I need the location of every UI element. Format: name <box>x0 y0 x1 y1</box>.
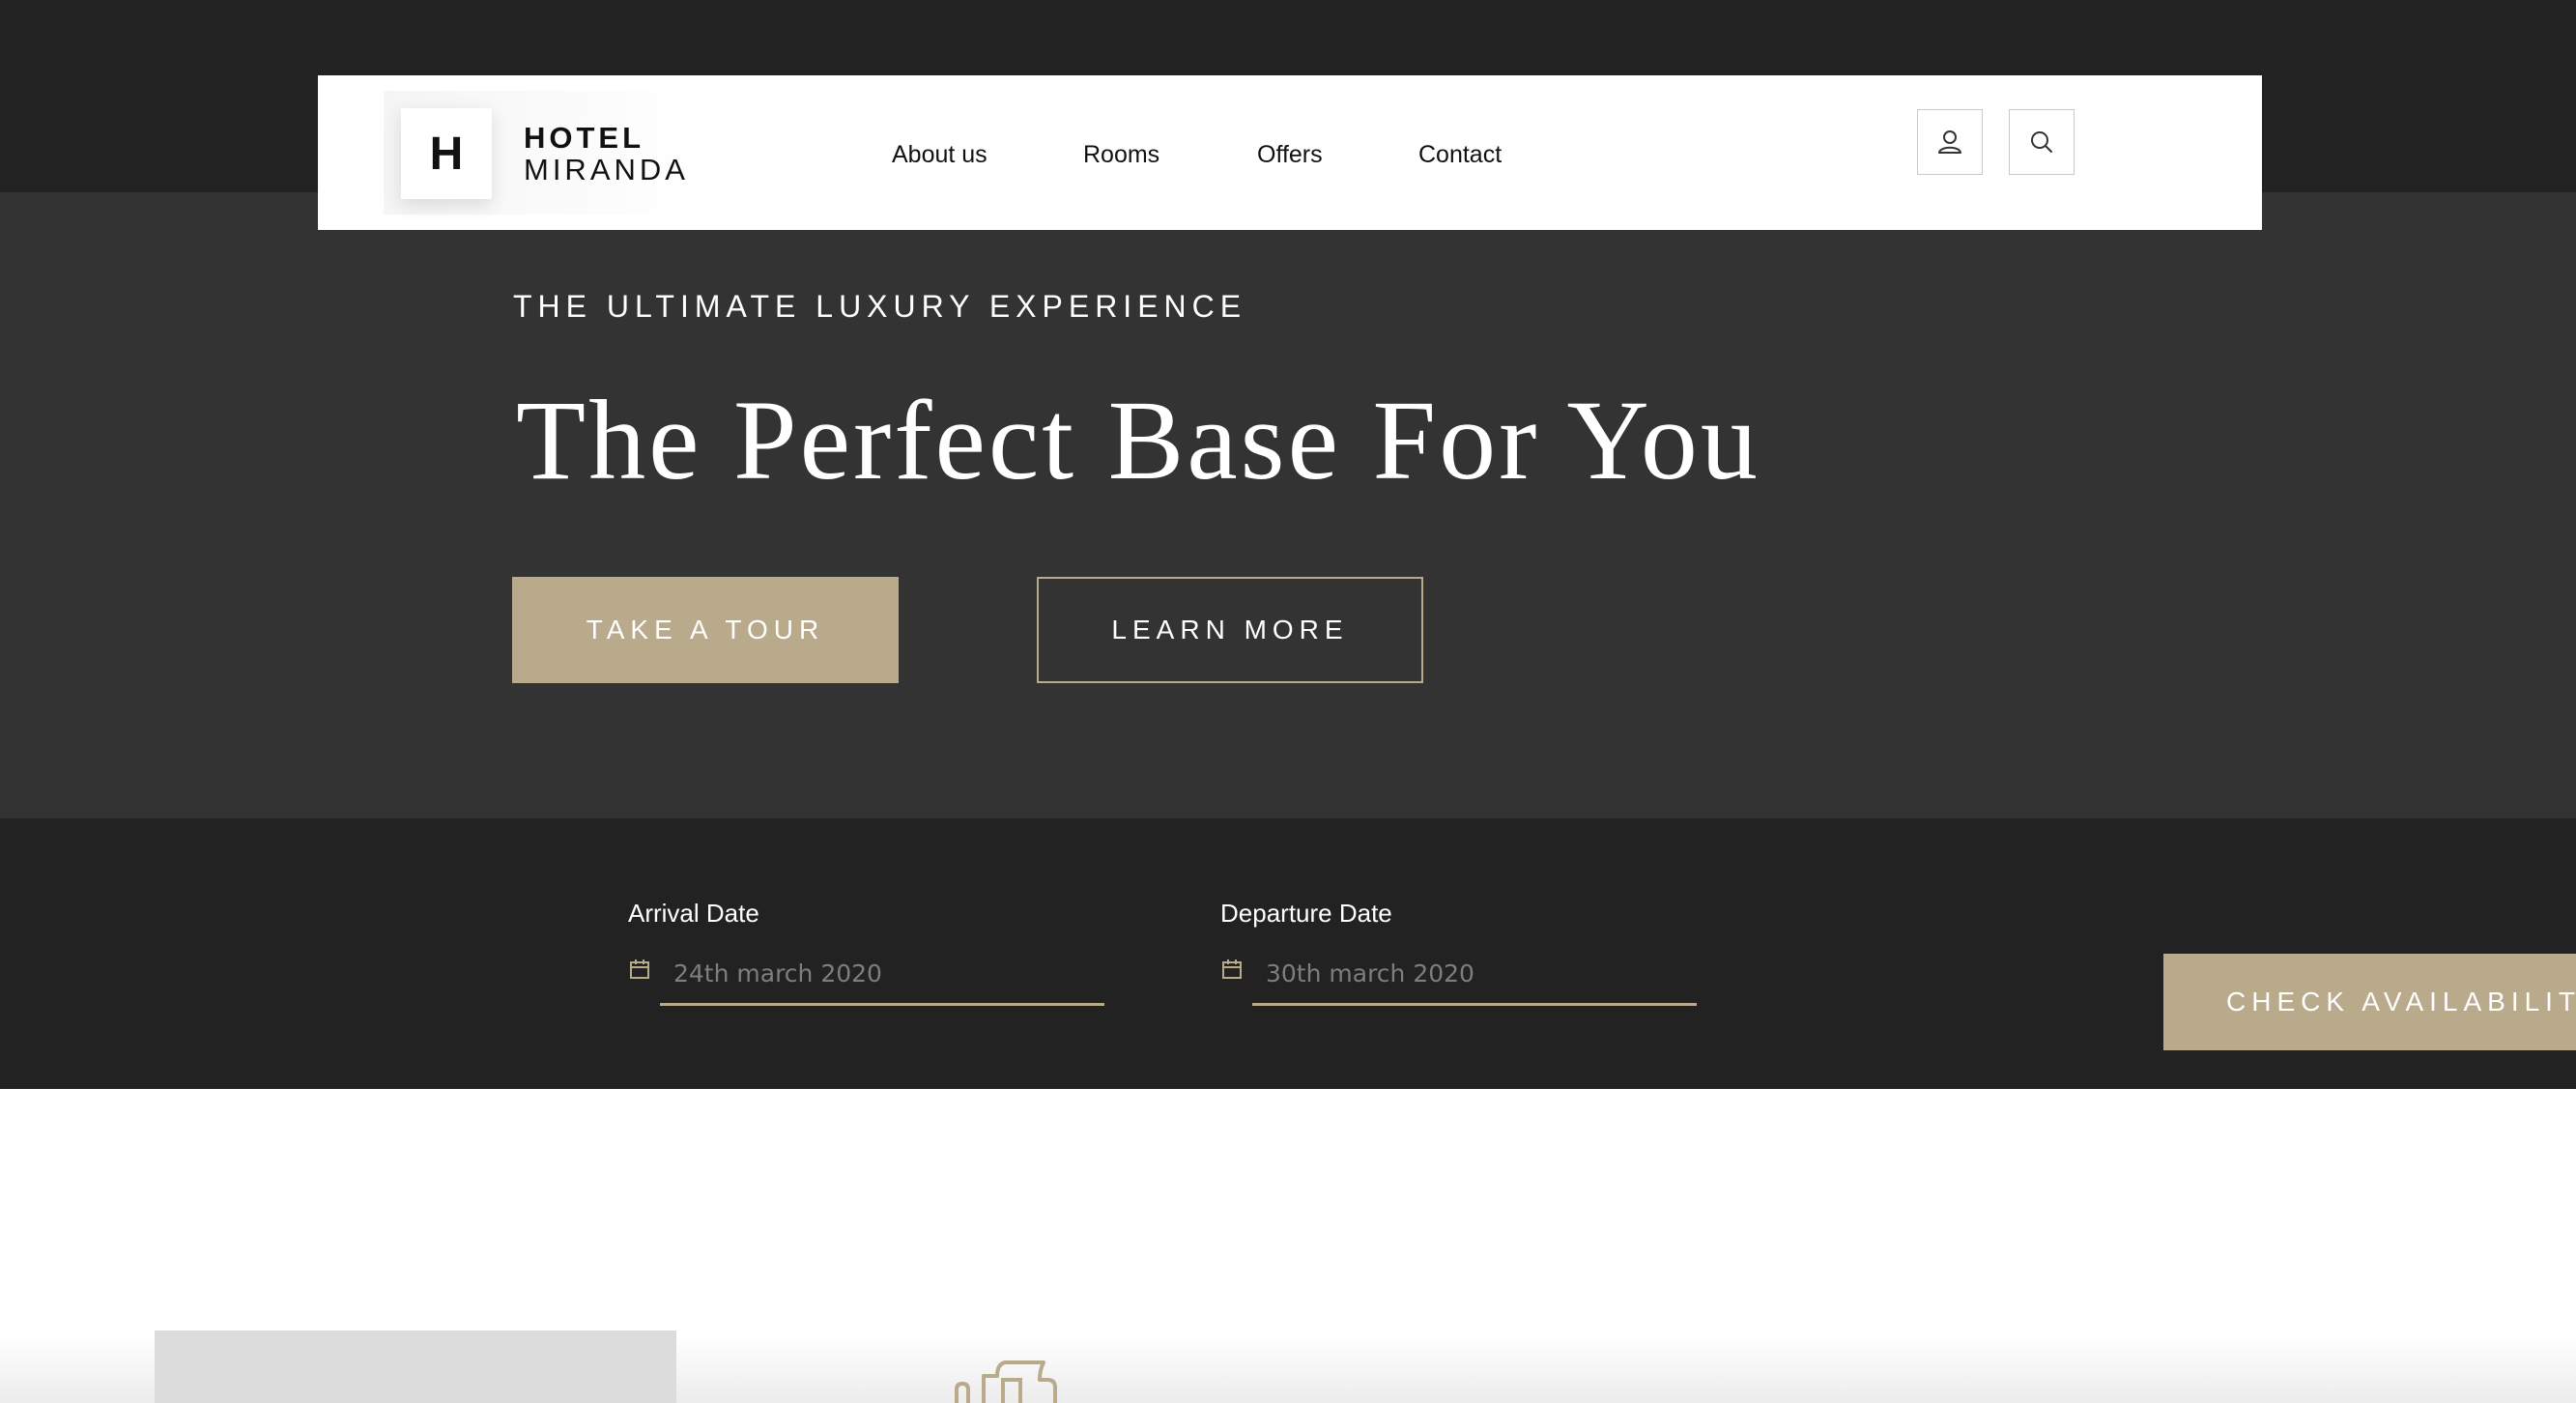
user-icon <box>1938 130 1961 154</box>
account-button[interactable] <box>1917 109 1983 175</box>
calendar-icon <box>630 959 649 979</box>
logo-line-hotel: HOTEL <box>524 121 645 155</box>
logo-mark[interactable]: H <box>401 108 492 199</box>
departure-date-input[interactable] <box>1252 952 1697 1006</box>
hotel-building-icon <box>955 1360 1057 1403</box>
hero-eyebrow: THE ULTIMATE LUXURY EXPERIENCE <box>513 289 1247 324</box>
logo-line-miranda: MIRANDA <box>524 153 689 186</box>
check-availability-button[interactable]: CHECK AVAILABILITY <box>2163 954 2576 1050</box>
nav-contact[interactable]: Contact <box>1418 141 1502 169</box>
arrival-date-input[interactable] <box>660 952 1104 1006</box>
nav-about-us[interactable]: About us <box>892 141 987 169</box>
take-a-tour-button[interactable]: TAKE A TOUR <box>512 577 899 683</box>
image-card <box>155 1331 676 1403</box>
arrival-date-label: Arrival Date <box>628 899 759 928</box>
search-button[interactable] <box>2009 109 2075 175</box>
calendar-icon <box>1222 959 1242 979</box>
nav-offers[interactable]: Offers <box>1257 141 1323 169</box>
learn-more-button[interactable]: LEARN MORE <box>1037 577 1423 683</box>
hero-title: The Perfect Base For You <box>516 377 1760 503</box>
departure-date-label: Departure Date <box>1220 899 1392 928</box>
search-icon <box>2031 131 2052 153</box>
nav-rooms[interactable]: Rooms <box>1083 141 1159 169</box>
logo-text[interactable]: HOTEL MIRANDA <box>524 122 689 186</box>
